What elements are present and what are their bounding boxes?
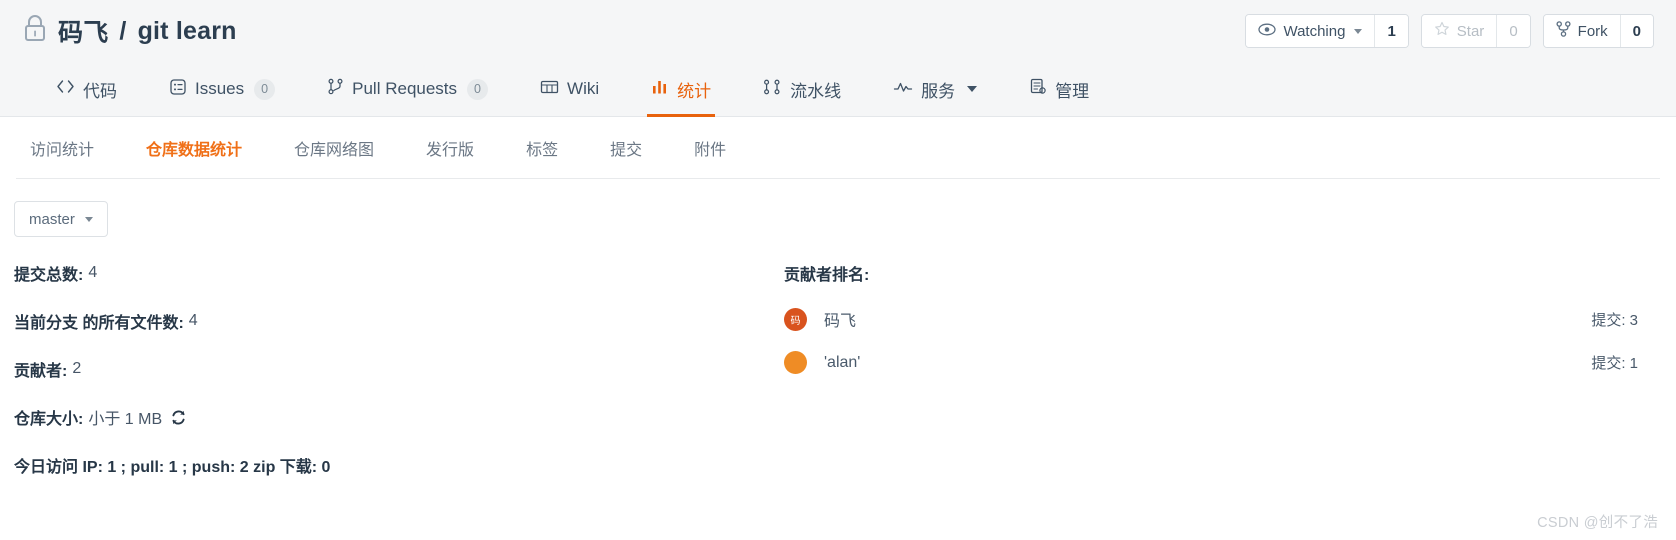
watch-button-group[interactable]: Watching 1 xyxy=(1245,14,1409,48)
chevron-down-icon xyxy=(84,216,93,222)
nav-badge-issues: 0 xyxy=(254,78,276,100)
nav-label-manage: 管理 xyxy=(1055,81,1090,101)
repo-owner[interactable]: 码飞 xyxy=(58,13,108,49)
stat-value: 小于 1 MB xyxy=(88,411,163,428)
stat-label: 贡献者: xyxy=(14,363,68,380)
fork-icon xyxy=(1556,21,1571,41)
stat-value: 4 xyxy=(188,312,198,329)
stat-label: 当前分支 的所有文件数: xyxy=(14,315,184,332)
avatar[interactable] xyxy=(784,351,807,374)
nav-item-manage[interactable]: 管理 xyxy=(1003,62,1115,116)
star-button-group[interactable]: Star 0 xyxy=(1420,14,1531,48)
fork-button[interactable]: Fork xyxy=(1543,15,1620,47)
contributor-name[interactable]: 'alan' xyxy=(824,354,860,372)
manage-icon xyxy=(1029,78,1047,100)
main-nav: 代码 Issues 0 Pull Requests 0 Wiki 统计 流水线 … xyxy=(0,62,1676,117)
stat-total-commits: 提交总数: 4 xyxy=(14,261,784,285)
nav-badge-pull-requests: 0 xyxy=(467,78,489,100)
watch-count: 1 xyxy=(1374,15,1408,47)
pull-request-icon xyxy=(327,78,344,100)
stat-value: 2 xyxy=(72,360,82,377)
sub-nav-item-releases[interactable]: 发行版 xyxy=(400,136,500,160)
nav-item-code[interactable]: 代码 xyxy=(30,62,143,116)
stat-label: 仓库大小: xyxy=(14,411,84,428)
nav-label-issues: Issues xyxy=(195,79,245,98)
nav-item-pull-requests[interactable]: Pull Requests 0 xyxy=(301,62,514,116)
contributor-commits: 提交: 1 xyxy=(1591,355,1638,372)
repo-stats-list: 提交总数: 4 当前分支 的所有文件数: 4 贡献者: 2 仓库大小: 小于 1… xyxy=(14,261,784,501)
refresh-icon[interactable] xyxy=(170,409,187,426)
nav-label-service: 服务 xyxy=(921,81,956,101)
stat-contributors: 贡献者: 2 xyxy=(14,357,784,381)
nav-item-pipeline[interactable]: 流水线 xyxy=(737,62,867,116)
sub-nav-item-visit-stats[interactable]: 访问统计 xyxy=(30,136,120,160)
header-actions: Watching 1 Star 0 Fork 0 xyxy=(1245,14,1654,48)
watch-button[interactable]: Watching xyxy=(1246,15,1375,47)
star-label: Star xyxy=(1456,22,1485,40)
stat-label: 今日访问 IP: 1 ; pull: 1 ; push: 2 zip 下载: 0 xyxy=(14,459,331,476)
sub-nav-item-commits[interactable]: 提交 xyxy=(584,136,668,160)
nav-item-service[interactable]: 服务 xyxy=(867,62,1003,116)
stat-value: 4 xyxy=(88,264,98,281)
chevron-down-icon xyxy=(1354,28,1363,34)
watermark: CSDN @创不了浩 xyxy=(1537,515,1658,531)
star-button[interactable]: Star xyxy=(1421,15,1497,47)
lock-icon xyxy=(22,13,48,50)
fork-button-group[interactable]: Fork 0 xyxy=(1542,14,1654,48)
sub-nav-item-attachments[interactable]: 附件 xyxy=(668,136,752,160)
nav-label-wiki: Wiki xyxy=(567,79,600,98)
star-icon xyxy=(1434,21,1450,41)
stat-today-visits: 今日访问 IP: 1 ; pull: 1 ; push: 2 zip 下载: 0 xyxy=(14,453,784,477)
sub-nav-item-repo-data-stats[interactable]: 仓库数据统计 xyxy=(120,136,268,160)
sub-nav: 访问统计 仓库数据统计 仓库网络图 发行版 标签 提交 附件 xyxy=(16,117,1660,179)
pipeline-icon xyxy=(763,79,782,100)
contributors-panel: 贡献者排名: 码 码飞 提交: 3 'alan' 提交: 1 xyxy=(784,261,1662,501)
wiki-icon xyxy=(540,79,559,100)
nav-item-statistics[interactable]: 统计 xyxy=(625,62,737,117)
page-title: 码飞 / git learn xyxy=(22,13,237,50)
stat-repo-size: 仓库大小: 小于 1 MB xyxy=(14,405,784,429)
contributor-commits: 提交: 3 xyxy=(1591,311,1638,329)
branch-label: master xyxy=(29,210,75,228)
repo-name[interactable]: git learn xyxy=(138,17,237,46)
branch-row: master xyxy=(0,179,1676,237)
repo-header: 码飞 / git learn Watching 1 Star 0 Fork 0 xyxy=(0,0,1676,62)
branch-selector[interactable]: master xyxy=(14,201,108,237)
star-count: 0 xyxy=(1496,15,1530,47)
contributor-name[interactable]: 码飞 xyxy=(824,307,856,331)
service-icon xyxy=(893,79,913,99)
chart-icon xyxy=(651,79,669,100)
issues-icon xyxy=(169,78,187,101)
nav-item-issues[interactable]: Issues 0 xyxy=(143,62,301,116)
stats-body: 提交总数: 4 当前分支 的所有文件数: 4 贡献者: 2 仓库大小: 小于 1… xyxy=(0,237,1676,501)
nav-label-pipeline: 流水线 xyxy=(790,81,842,101)
nav-label-code: 代码 xyxy=(83,81,117,101)
watch-label: Watching xyxy=(1283,22,1346,40)
stat-label: 提交总数: xyxy=(14,267,84,284)
sub-nav-item-tags[interactable]: 标签 xyxy=(500,136,584,160)
contributor-row[interactable]: 码 码飞 提交: 3 xyxy=(784,307,1662,331)
repo-separator: / xyxy=(119,16,127,45)
stat-file-count: 当前分支 的所有文件数: 4 xyxy=(14,309,784,333)
contributor-row[interactable]: 'alan' 提交: 1 xyxy=(784,351,1662,374)
avatar[interactable]: 码 xyxy=(784,307,807,331)
nav-item-wiki[interactable]: Wiki xyxy=(514,62,625,116)
fork-count: 0 xyxy=(1619,15,1653,47)
contributors-title: 贡献者排名: xyxy=(784,267,870,284)
sub-nav-item-network-graph[interactable]: 仓库网络图 xyxy=(268,136,400,160)
nav-label-statistics: 统计 xyxy=(677,81,712,101)
chevron-down-icon xyxy=(967,86,978,92)
nav-label-pull-requests: Pull Requests xyxy=(352,79,458,98)
page: 码飞 / git learn Watching 1 Star 0 Fork 0 … xyxy=(0,0,1676,540)
fork-label: Fork xyxy=(1577,22,1608,40)
code-icon xyxy=(56,79,75,99)
eye-icon xyxy=(1258,23,1277,40)
